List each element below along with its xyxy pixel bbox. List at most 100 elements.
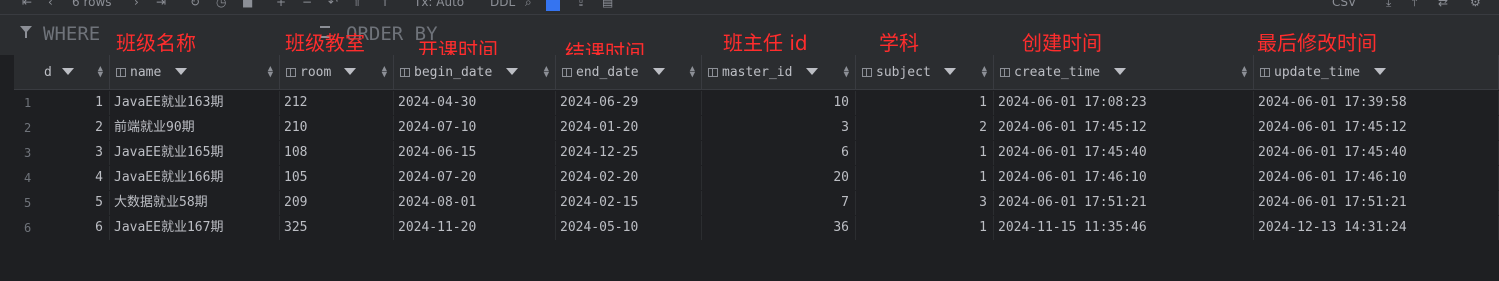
cell-subject[interactable]: 1 xyxy=(856,166,994,190)
column-filter-icon[interactable] xyxy=(1374,68,1386,75)
sort-arrows-icon[interactable]: ▲ ▼ xyxy=(690,65,695,80)
cell-subject[interactable]: 1 xyxy=(856,141,994,165)
cell-begin-date[interactable]: 2024-07-20 xyxy=(394,166,556,190)
stop-icon[interactable]: ■ xyxy=(242,0,253,9)
cell-update-time[interactable]: 2024-06-01 17:45:40 xyxy=(1254,141,1499,165)
query-history-icon[interactable]: ◷ xyxy=(216,0,226,9)
cell-end-date[interactable]: 2024-06-29 xyxy=(556,91,702,115)
row-number[interactable]: 1 xyxy=(14,91,54,115)
cell-subject[interactable]: 2 xyxy=(856,116,994,140)
cell-update-time[interactable]: 2024-06-01 17:39:58 xyxy=(1254,91,1499,115)
cell-update-time[interactable]: 2024-12-13 14:31:24 xyxy=(1254,216,1499,240)
cell-master-id[interactable]: 20 xyxy=(702,166,856,190)
column-header-end-date[interactable]: end_date ▲ ▼ xyxy=(556,55,702,90)
cell-name[interactable]: 大数据就业58期 xyxy=(110,191,280,215)
cell-room[interactable]: 210 xyxy=(280,116,394,140)
cell-create-time[interactable]: 2024-06-01 17:46:10 xyxy=(994,166,1254,190)
cell-create-time[interactable]: 2024-06-01 17:51:21 xyxy=(994,191,1254,215)
where-input[interactable]: WHERE xyxy=(43,23,100,45)
cell-subject[interactable]: 1 xyxy=(856,216,994,240)
column-header-master-id[interactable]: master_id ▲ ▼ xyxy=(702,55,856,90)
cell-name[interactable]: JavaEE就业167期 xyxy=(110,216,280,240)
row-number[interactable]: 4 xyxy=(14,166,54,190)
column-header-update-time[interactable]: update_time xyxy=(1254,55,1499,90)
row-number[interactable]: 5 xyxy=(14,191,54,215)
first-page-icon[interactable]: ⇤ xyxy=(22,0,32,9)
sort-arrows-icon[interactable]: ▲ ▼ xyxy=(544,65,549,80)
cell-master-id[interactable]: 36 xyxy=(702,216,856,240)
cell-begin-date[interactable]: 2024-11-20 xyxy=(394,216,556,240)
cell-name[interactable]: JavaEE就业163期 xyxy=(110,91,280,115)
cell-master-id[interactable]: 10 xyxy=(702,91,856,115)
prev-page-icon[interactable]: ‹ xyxy=(48,0,53,9)
sort-arrows-icon[interactable]: ▲ ▼ xyxy=(844,65,849,80)
sort-arrows-icon[interactable]: ▲ ▼ xyxy=(382,65,387,80)
cell-name[interactable]: 前端就业90期 xyxy=(110,116,280,140)
cell-room[interactable]: 105 xyxy=(280,166,394,190)
cell-end-date[interactable]: 2024-02-15 xyxy=(556,191,702,215)
transaction-mode-select[interactable]: Tx: Auto xyxy=(414,0,464,9)
download-icon[interactable]: ⤓ xyxy=(1386,0,1391,10)
row-number[interactable]: 3 xyxy=(14,141,54,165)
cell-name[interactable]: JavaEE就业165期 xyxy=(110,141,280,165)
cell-master-id[interactable]: 3 xyxy=(702,116,856,140)
settings-icon[interactable]: ⚙ xyxy=(1470,0,1481,9)
sort-arrows-icon[interactable]: ▲ ▼ xyxy=(982,65,987,80)
cell-create-time[interactable]: 2024-06-01 17:45:12 xyxy=(994,116,1254,140)
push-icon[interactable]: ↑ xyxy=(380,0,390,9)
sort-arrows-icon[interactable]: ▲ ▼ xyxy=(98,65,103,80)
cell-end-date[interactable]: 2024-01-20 xyxy=(556,116,702,140)
cell-master-id[interactable]: 6 xyxy=(702,141,856,165)
filter-toggle-icon[interactable] xyxy=(546,0,560,11)
ddl-button[interactable]: DDL xyxy=(490,0,515,9)
search-icon[interactable]: ⌕ xyxy=(525,0,532,10)
column-filter-icon[interactable] xyxy=(62,68,74,75)
column-filter-icon[interactable] xyxy=(506,68,518,75)
next-page-icon[interactable]: › xyxy=(134,0,139,9)
cell-create-time[interactable]: 2024-06-01 17:45:40 xyxy=(994,141,1254,165)
export-format-select[interactable]: CSV xyxy=(1332,0,1356,9)
sort-arrows-icon[interactable]: ▲ ▼ xyxy=(268,65,273,80)
column-filter-icon[interactable] xyxy=(1114,68,1126,75)
delete-row-icon[interactable]: − xyxy=(302,0,312,9)
cell-begin-date[interactable]: 2024-06-15 xyxy=(394,141,556,165)
cell-name[interactable]: JavaEE就业166期 xyxy=(110,166,280,190)
column-header-begin-date[interactable]: begin_date ▲ ▼ xyxy=(394,55,556,90)
row-number[interactable]: 6 xyxy=(14,216,54,240)
cell-update-time[interactable]: 2024-06-01 17:51:21 xyxy=(1254,191,1499,215)
cell-begin-date[interactable]: 2024-07-10 xyxy=(394,116,556,140)
column-filter-icon[interactable] xyxy=(806,68,818,75)
export-icon[interactable]: ⇪ xyxy=(576,0,586,9)
cell-end-date[interactable]: 2024-05-10 xyxy=(556,216,702,240)
cell-update-time[interactable]: 2024-06-01 17:46:10 xyxy=(1254,166,1499,190)
column-header-subject[interactable]: subject ▲ ▼ xyxy=(856,55,994,90)
column-header-id[interactable]: d ▲ ▼ xyxy=(14,55,110,90)
column-header-room[interactable]: room ▲ ▼ xyxy=(280,55,394,90)
row-number[interactable]: 2 xyxy=(14,116,54,140)
rows-count-label[interactable]: 6 rows xyxy=(72,0,112,9)
cell-create-time[interactable]: 2024-06-01 17:08:23 xyxy=(994,91,1254,115)
column-filter-icon[interactable] xyxy=(653,68,665,75)
cell-begin-date[interactable]: 2024-08-01 xyxy=(394,191,556,215)
revert-icon[interactable]: ↶ xyxy=(328,0,338,9)
compare-icon[interactable]: ⇄ xyxy=(1438,0,1448,9)
cell-master-id[interactable]: 7 xyxy=(702,191,856,215)
cell-subject[interactable]: 3 xyxy=(856,191,994,215)
column-filter-icon[interactable] xyxy=(344,68,356,75)
upload-icon[interactable]: ⤒ xyxy=(1412,0,1417,10)
view-icon[interactable]: ▤ xyxy=(602,0,613,9)
cell-subject[interactable]: 1 xyxy=(856,91,994,115)
column-filter-icon[interactable] xyxy=(175,68,187,75)
column-filter-icon[interactable] xyxy=(944,68,956,75)
cell-end-date[interactable]: 2024-02-20 xyxy=(556,166,702,190)
sort-arrows-icon[interactable]: ▲ ▼ xyxy=(1242,65,1247,80)
cell-room[interactable]: 108 xyxy=(280,141,394,165)
cell-room[interactable]: 325 xyxy=(280,216,394,240)
cell-end-date[interactable]: 2024-12-25 xyxy=(556,141,702,165)
cell-room[interactable]: 212 xyxy=(280,91,394,115)
cell-room[interactable]: 209 xyxy=(280,191,394,215)
add-row-icon[interactable]: + xyxy=(276,0,286,9)
submit-icon[interactable]: ⇑ xyxy=(352,0,362,9)
last-page-icon[interactable]: ⇥ xyxy=(156,0,166,9)
reload-icon[interactable]: ↻ xyxy=(190,0,200,9)
